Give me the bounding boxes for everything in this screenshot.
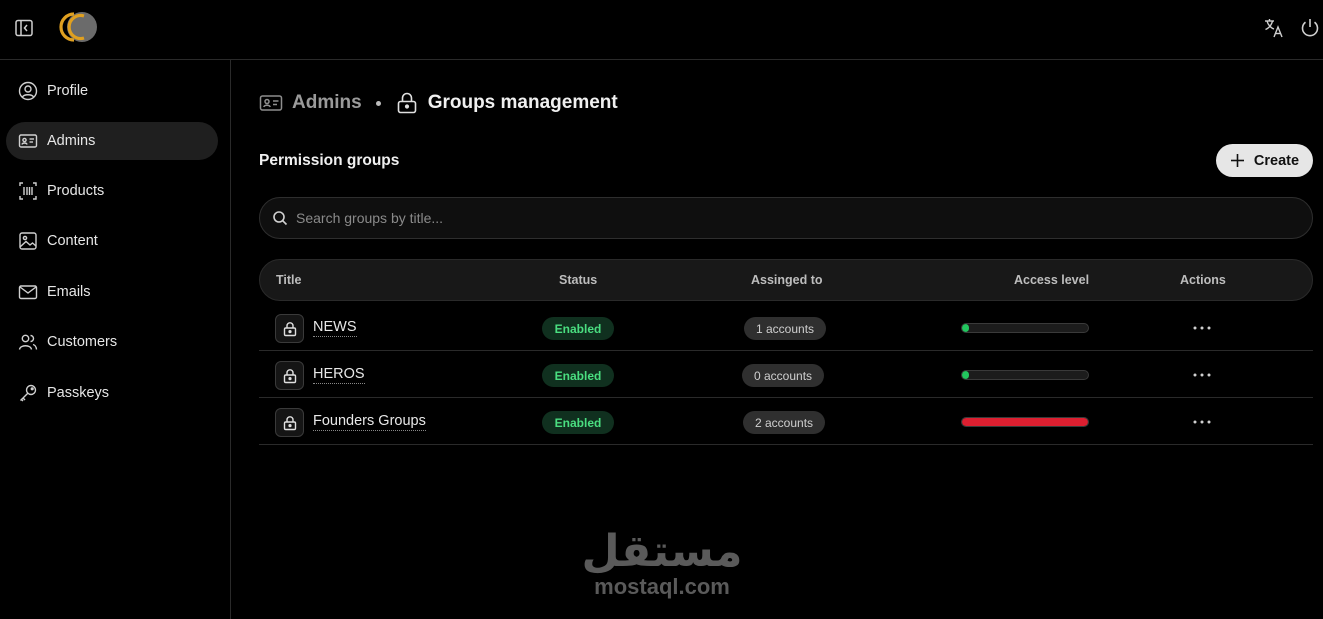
table-row[interactable]: HEROS Enabled 0 accounts: [259, 351, 1313, 398]
more-actions-icon[interactable]: [1187, 317, 1217, 339]
power-icon[interactable]: [1297, 15, 1323, 41]
table-row[interactable]: NEWS Enabled 1 accounts: [259, 304, 1313, 351]
column-header-status[interactable]: Status: [559, 273, 597, 287]
top-bar: [0, 0, 1323, 60]
translate-icon[interactable]: [1261, 15, 1287, 41]
table-header: Title Status Assinged to Access level Ac…: [259, 259, 1313, 301]
access-level-bar: [961, 370, 1089, 380]
access-level-bar: [961, 323, 1089, 333]
group-title-link[interactable]: Founders Groups: [313, 413, 426, 431]
watermark-arabic: مستقل: [581, 526, 743, 577]
id-card-icon: [18, 131, 38, 151]
accounts-badge[interactable]: 1 accounts: [744, 317, 827, 340]
sidebar-item-label: Products: [47, 183, 105, 199]
group-title-link[interactable]: HEROS: [313, 366, 365, 384]
access-level-fill: [962, 371, 969, 379]
access-level-fill: [962, 324, 969, 332]
search-input[interactable]: [296, 210, 1196, 226]
create-group-button[interactable]: Create: [1216, 144, 1313, 177]
column-header-access-level[interactable]: Access level: [1014, 273, 1089, 287]
sidebar-item-admins[interactable]: Admins: [6, 122, 218, 160]
breadcrumb-separator: [375, 100, 381, 106]
sidebar-item-label: Profile: [47, 83, 89, 99]
sidebar-item-content[interactable]: Content: [6, 222, 218, 260]
sidebar-collapse-icon[interactable]: [12, 16, 36, 40]
user-circle-icon: [18, 81, 38, 101]
create-button-label: Create: [1253, 152, 1300, 169]
watermark: مستقل mostaql.com: [581, 530, 743, 610]
sidebar-item-profile[interactable]: Profile: [6, 72, 218, 110]
sidebar-item-label: Content: [47, 233, 98, 249]
barcode-icon: [18, 181, 38, 201]
sidebar: Profile Admins Products Content Emails C…: [0, 60, 231, 619]
breadcrumb: Admins Groups management: [259, 88, 618, 118]
sidebar-item-emails[interactable]: Emails: [6, 273, 218, 311]
column-header-assigned[interactable]: Assinged to: [751, 273, 823, 287]
sidebar-item-passkeys[interactable]: Passkeys: [6, 374, 218, 412]
status-badge: Enabled: [542, 364, 614, 387]
search-icon: [272, 210, 288, 226]
id-card-icon: [259, 91, 283, 115]
lock-icon: [395, 91, 419, 115]
group-title-link[interactable]: NEWS: [313, 319, 357, 337]
key-icon: [18, 383, 38, 403]
section-title: Permission groups: [259, 152, 400, 169]
more-actions-icon[interactable]: [1187, 364, 1217, 386]
search-bar: [259, 197, 1313, 239]
users-icon: [18, 332, 38, 352]
column-header-actions: Actions: [1180, 273, 1226, 287]
lock-icon: [275, 408, 304, 437]
sidebar-item-products[interactable]: Products: [6, 172, 218, 210]
accounts-badge[interactable]: 0 accounts: [742, 364, 825, 387]
breadcrumb-parent[interactable]: Admins: [292, 92, 362, 114]
watermark-latin: mostaql.com: [594, 574, 730, 599]
sidebar-item-label: Emails: [47, 284, 91, 300]
sidebar-item-label: Customers: [47, 334, 118, 350]
lock-icon: [275, 361, 304, 390]
status-badge: Enabled: [542, 317, 614, 340]
table-row[interactable]: Founders Groups Enabled 2 accounts: [259, 398, 1313, 445]
accounts-badge[interactable]: 2 accounts: [743, 411, 826, 434]
sidebar-item-label: Admins: [47, 133, 96, 149]
access-level-bar: [961, 417, 1089, 427]
app-logo[interactable]: [48, 10, 100, 44]
more-actions-icon[interactable]: [1187, 411, 1217, 433]
access-level-fill: [962, 418, 1088, 426]
main-content: Admins Groups management Permission grou…: [231, 60, 1323, 619]
status-badge: Enabled: [542, 411, 614, 434]
mail-icon: [18, 282, 38, 302]
plus-icon: [1230, 153, 1245, 168]
column-header-title[interactable]: Title: [276, 273, 301, 287]
sidebar-item-label: Passkeys: [47, 385, 110, 401]
lock-icon: [275, 314, 304, 343]
page-title: Groups management: [427, 92, 618, 113]
image-icon: [18, 231, 38, 251]
sidebar-item-customers[interactable]: Customers: [6, 323, 218, 361]
